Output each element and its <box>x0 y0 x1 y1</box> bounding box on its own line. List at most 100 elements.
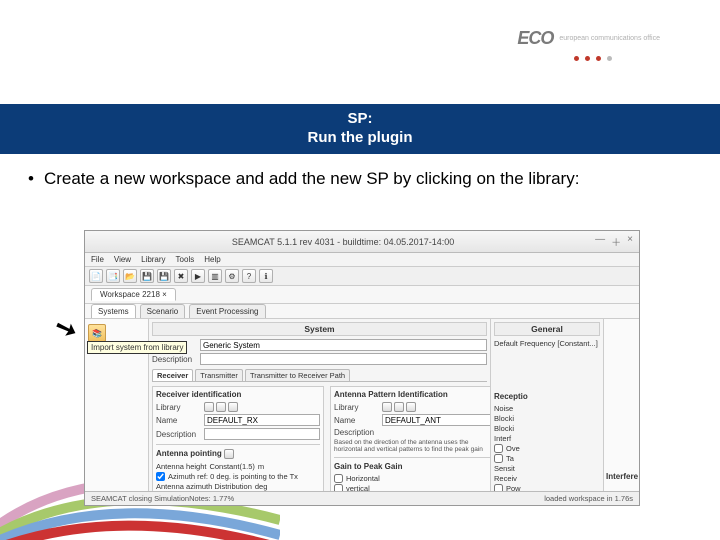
recep-ove-checkbox[interactable] <box>494 444 503 453</box>
reception-line: Pow <box>506 484 521 491</box>
brand-logo: ECO european communications office <box>517 28 660 49</box>
rx-library-label: Library <box>156 403 200 412</box>
antenna-pointing-title: Antenna pointing <box>156 449 222 458</box>
toolbar-close-icon[interactable]: ✖ <box>174 269 188 283</box>
window-titlebar: SEAMCAT 5.1.1 rev 4031 - buildtime: 04.0… <box>85 231 639 253</box>
toolbar-open-icon[interactable]: 📂 <box>123 269 137 283</box>
maximize-icon[interactable]: ＋ <box>611 234 621 249</box>
azimuth-dist-label: Antenna azimuth Distribution <box>156 482 252 491</box>
antenna-height-value: Constant(1.5) <box>209 462 254 471</box>
antenna-ident-panel: Antenna Pattern Identification Library N… <box>330 386 491 491</box>
receiver-ident-title: Receiver identification <box>156 390 320 399</box>
library-icon: 📚 <box>92 329 102 338</box>
bullet-marker: • <box>28 168 34 191</box>
reception-title: Receptio <box>494 392 600 401</box>
interference-label: Interfere <box>606 472 637 481</box>
tab-event-processing[interactable]: Event Processing <box>189 304 265 318</box>
ap-info-icon[interactable] <box>224 449 234 459</box>
ant-lib-export-icon[interactable] <box>394 402 404 412</box>
toolbar-help-icon[interactable]: ? <box>242 269 256 283</box>
ant-lib-import-icon[interactable] <box>382 402 392 412</box>
menu-file[interactable]: File <box>91 255 104 264</box>
gain-vertical-checkbox[interactable] <box>334 484 343 491</box>
rx-lib-export-icon[interactable] <box>216 402 226 412</box>
app-screenshot: SEAMCAT 5.1.1 rev 4031 - buildtime: 04.0… <box>84 230 640 506</box>
status-left: SEAMCAT closing SimulationNotes: 1.77% <box>91 494 234 503</box>
gain-horizontal-checkbox[interactable] <box>334 474 343 483</box>
antenna-height-unit: m <box>258 462 264 471</box>
system-name-input[interactable] <box>200 339 487 351</box>
antenna-height-label: Antenna height <box>156 462 206 471</box>
workspace-tab[interactable]: Workspace 2218 × <box>91 288 176 301</box>
antenna-ident-title: Antenna Pattern Identification <box>334 390 491 399</box>
close-icon[interactable]: × <box>627 234 633 249</box>
section-tabs: Systems Scenario Event Processing <box>85 304 639 319</box>
reception-line: Interf <box>494 434 600 443</box>
toolbar-settings-icon[interactable]: ⚙ <box>225 269 239 283</box>
tab-receiver[interactable]: Receiver <box>152 369 193 381</box>
toolbar-run-icon[interactable]: ▶ <box>191 269 205 283</box>
azimuth-ref-checkbox[interactable] <box>156 472 165 481</box>
brand-dots <box>574 56 612 61</box>
menu-tools[interactable]: Tools <box>176 255 195 264</box>
menu-library[interactable]: Library <box>141 255 165 264</box>
toolbar-new-icon[interactable]: 📄 <box>89 269 103 283</box>
bullet-content: Create a new workspace and add the new S… <box>44 168 579 191</box>
tab-transmitter[interactable]: Transmitter <box>195 369 243 381</box>
ant-name-input[interactable] <box>382 414 491 426</box>
ant-library-label: Library <box>334 403 378 412</box>
pointer-arrow: ➘ <box>50 310 81 347</box>
reception-line: Receiv <box>494 474 600 483</box>
toolbar-saveall-icon[interactable]: 💾 <box>157 269 171 283</box>
toolbar-chart-icon[interactable]: ▥ <box>208 269 222 283</box>
title-line-2: Run the plugin <box>0 129 720 148</box>
status-right: loaded workspace in 1.76s <box>544 494 633 503</box>
title-line-1: SP: <box>0 110 720 129</box>
gain-title: Gain to Peak Gain <box>334 462 491 471</box>
reception-line: Ta <box>506 454 514 463</box>
import-library-button[interactable]: 📚 <box>88 324 106 342</box>
ant-desc-text: Based on the direction of the antenna us… <box>334 439 491 453</box>
reception-line: Blocki <box>494 424 600 433</box>
menu-help[interactable]: Help <box>204 255 220 264</box>
toolbar: 📄 📑 📂 💾 💾 ✖ ▶ ▥ ⚙ ? ℹ <box>85 267 639 286</box>
receiver-ident-panel: Receiver identification Library Name <box>152 386 324 491</box>
system-panel-title: System <box>152 322 487 336</box>
gain-horizontal-label: Horizontal <box>346 474 380 483</box>
rx-lib-import-icon[interactable] <box>204 402 214 412</box>
menu-bar: File View Library Tools Help <box>85 253 639 267</box>
eco-wordmark: ECO <box>517 28 553 49</box>
rx-desc-input[interactable] <box>204 428 320 440</box>
reception-line: Noise <box>494 404 600 413</box>
toolbar-batch-icon[interactable]: 📑 <box>106 269 120 283</box>
ant-lib-restore-icon[interactable] <box>406 402 416 412</box>
import-tooltip: Import system from library <box>87 341 187 354</box>
general-panel-title: General <box>494 322 600 336</box>
toolbar-info-icon[interactable]: ℹ <box>259 269 273 283</box>
tab-systems[interactable]: Systems <box>91 304 136 318</box>
status-bar: SEAMCAT closing SimulationNotes: 1.77% l… <box>85 491 639 505</box>
tab-tx-rx-path[interactable]: Transmitter to Receiver Path <box>245 369 350 381</box>
slide-title: SP: Run the plugin <box>0 104 720 154</box>
menu-view[interactable]: View <box>114 255 131 264</box>
ant-name-label: Name <box>334 416 378 425</box>
minimize-icon[interactable]: — <box>595 234 605 249</box>
bullet-text: • Create a new workspace and add the new… <box>28 168 692 191</box>
recep-pow-checkbox[interactable] <box>494 484 503 491</box>
window-title: SEAMCAT 5.1.1 rev 4031 - buildtime: 04.0… <box>91 237 595 247</box>
rx-desc-label: Description <box>156 430 200 439</box>
tab-scenario[interactable]: Scenario <box>140 304 186 318</box>
rx-name-input[interactable] <box>204 414 320 426</box>
rx-name-label: Name <box>156 416 200 425</box>
system-desc-input[interactable] <box>200 353 487 365</box>
eco-subtitle: european communications office <box>559 35 660 42</box>
recep-ta-checkbox[interactable] <box>494 454 503 463</box>
rx-lib-restore-icon[interactable] <box>228 402 238 412</box>
toolbar-save-icon[interactable]: 💾 <box>140 269 154 283</box>
workspace-tab-bar: Workspace 2218 × <box>85 286 639 304</box>
gain-vertical-label: vertical <box>346 484 370 491</box>
reception-line: Ove <box>506 444 520 453</box>
ant-desc-label: Description <box>334 428 378 437</box>
azimuth-ref-label: Azimuth ref: 0 deg. is pointing to the T… <box>168 472 298 481</box>
default-freq-label: Default Frequency [Constant...] <box>494 339 598 348</box>
